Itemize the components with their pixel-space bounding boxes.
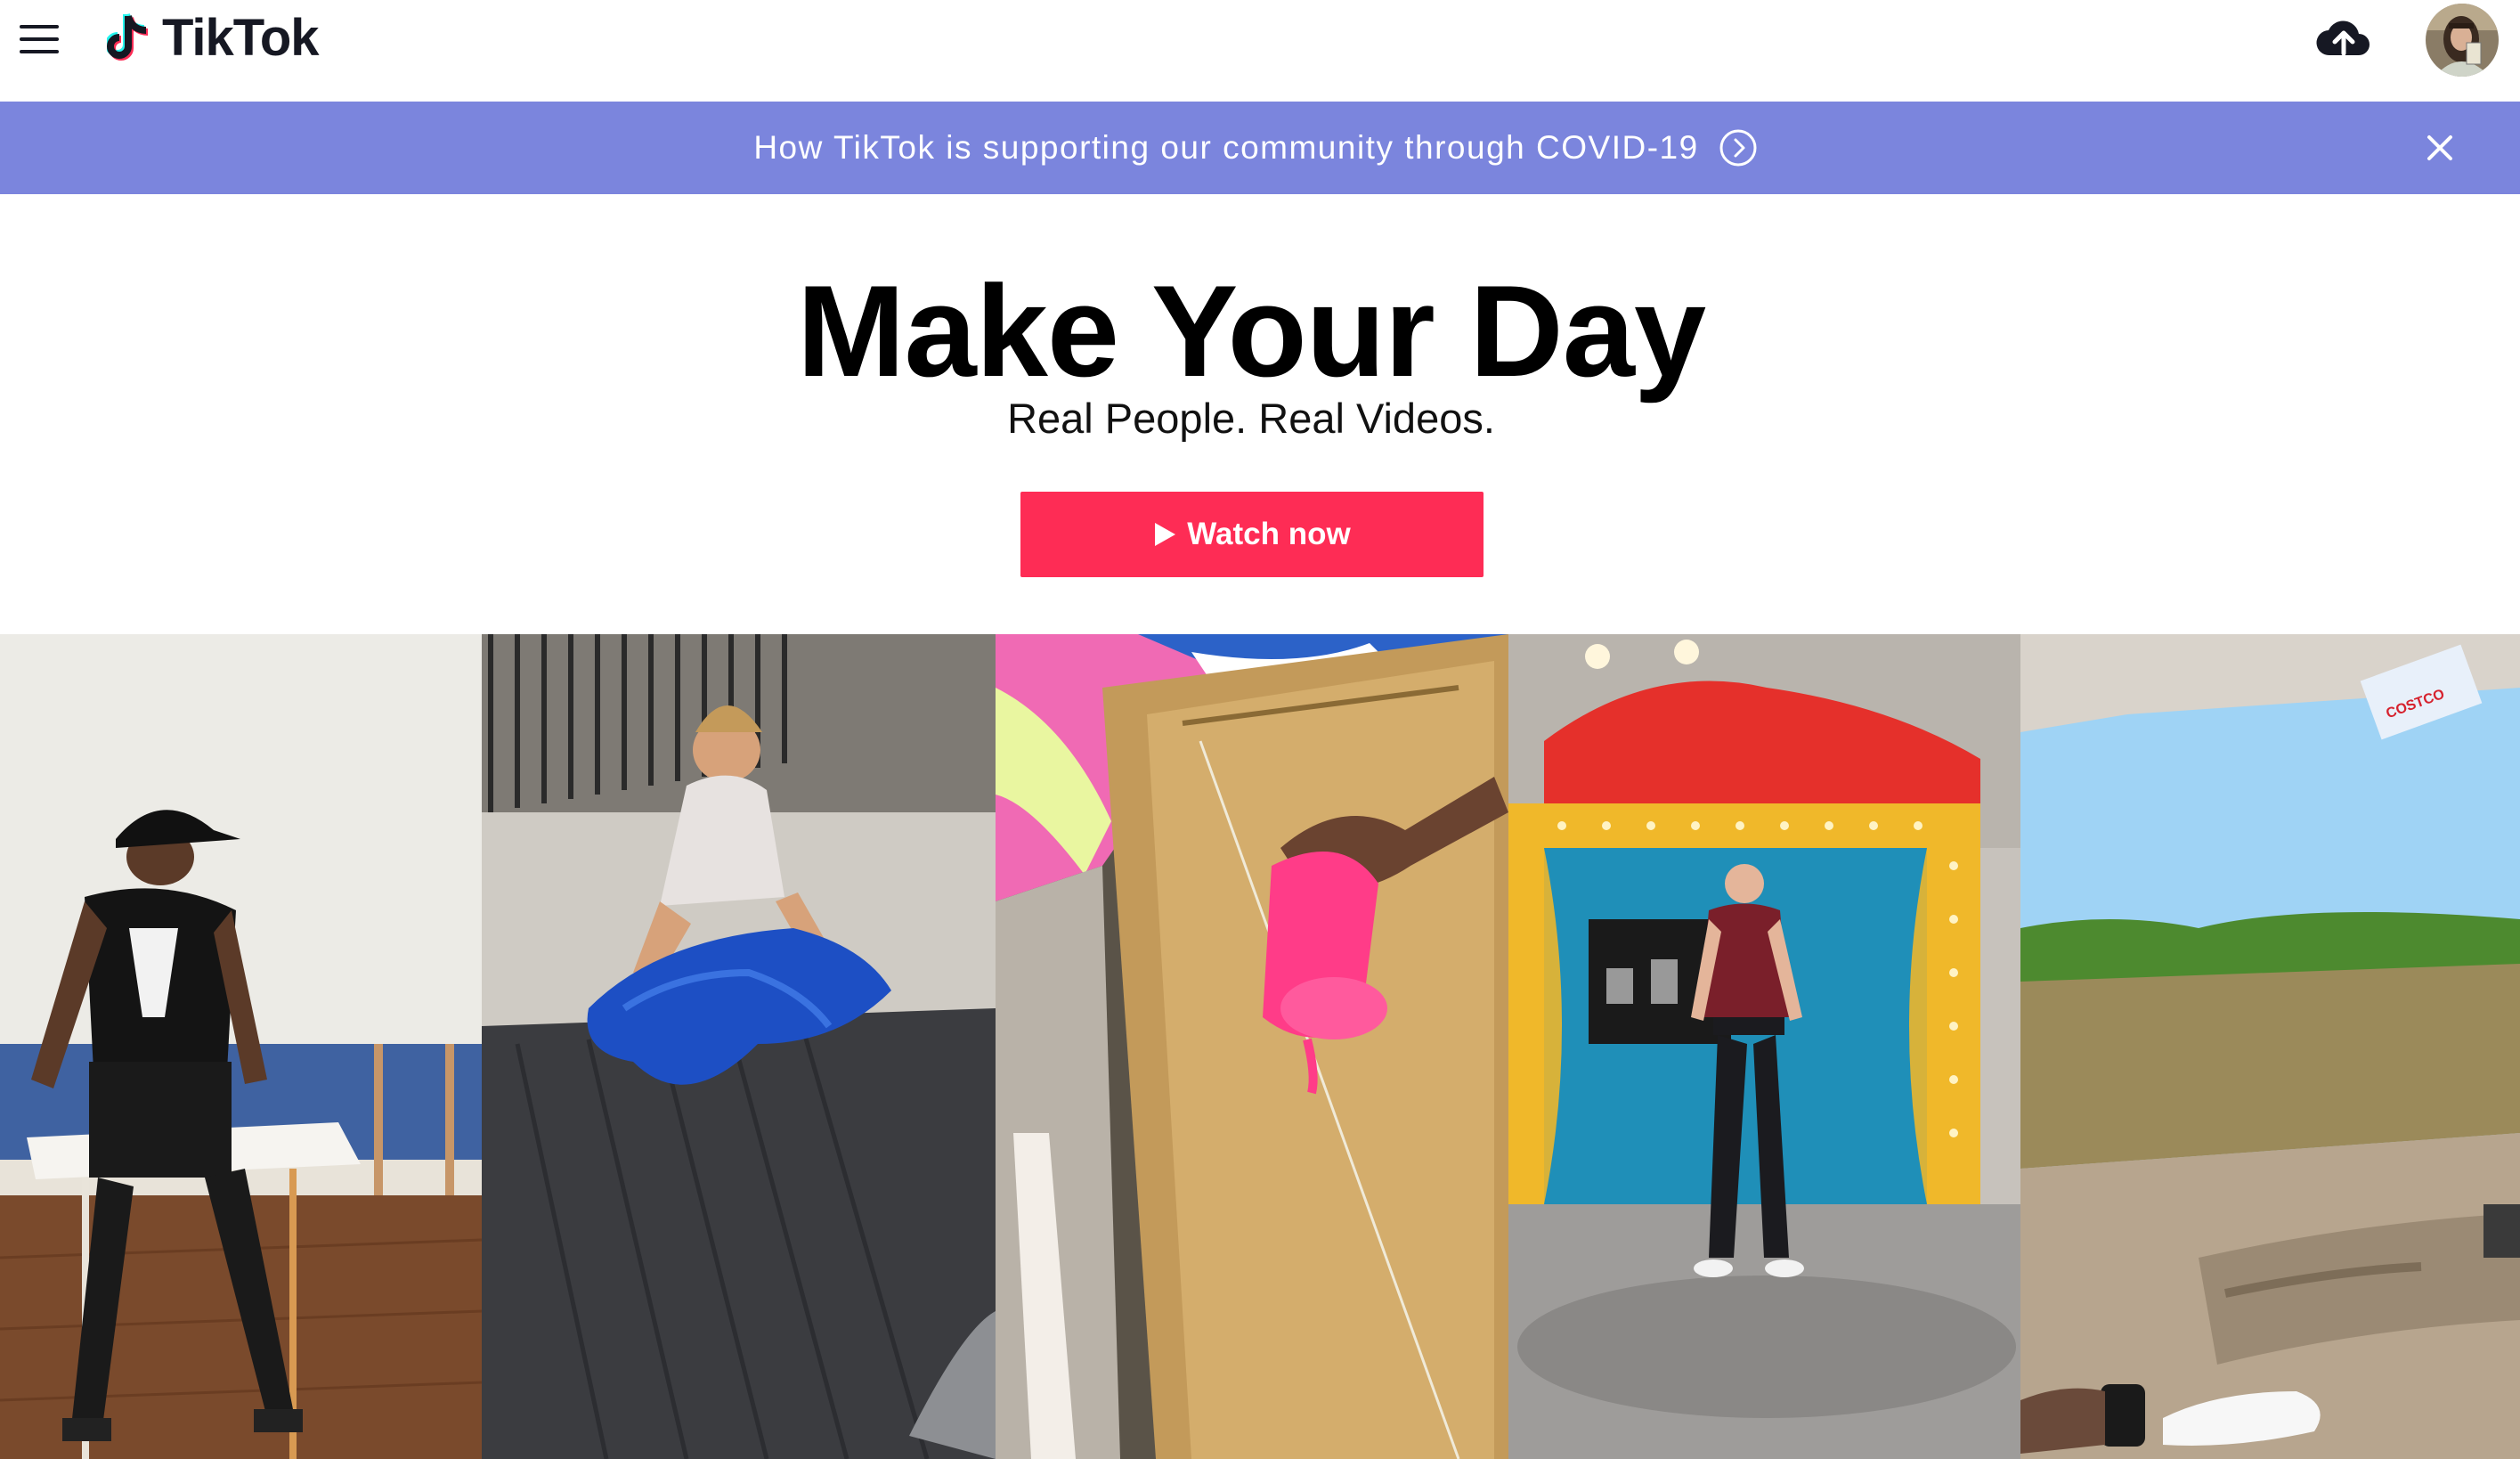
covid-info-banner: How TikTok is supporting our community t… <box>0 102 2520 194</box>
video-thumbnail-strip: COSTCO <box>0 634 2520 1459</box>
video-thumbnail-5[interactable]: COSTCO <box>2020 634 2520 1459</box>
video-thumbnail-4[interactable] <box>1508 634 2020 1459</box>
cloud-upload-icon[interactable] <box>2315 14 2372 64</box>
hamburger-menu-icon[interactable] <box>20 23 59 57</box>
hero-title: Make Your Day <box>796 258 1706 403</box>
watch-now-button[interactable]: Watch now <box>1020 492 1484 577</box>
hero-subtitle: Real People. Real Videos. <box>1007 395 1495 442</box>
user-avatar[interactable] <box>2426 4 2499 77</box>
tiktok-note-icon <box>107 12 149 61</box>
watch-now-label: Watch now <box>1187 517 1351 551</box>
play-icon <box>1155 523 1176 546</box>
covid-banner-text: How TikTok is supporting our community t… <box>753 129 1699 166</box>
top-navigation-bar: TikTok <box>0 0 2520 102</box>
video-thumbnail-1[interactable] <box>0 634 482 1459</box>
tiktok-logo[interactable]: TikTok <box>107 5 320 69</box>
brand-name: TikTok <box>162 8 320 67</box>
chevron-right-circle-icon <box>1719 129 1757 167</box>
covid-banner-link[interactable]: How TikTok is supporting our community t… <box>0 102 2511 194</box>
video-thumbnail-3[interactable] <box>996 634 1508 1459</box>
video-thumbnail-2[interactable] <box>482 634 996 1459</box>
close-icon[interactable] <box>2420 128 2459 167</box>
